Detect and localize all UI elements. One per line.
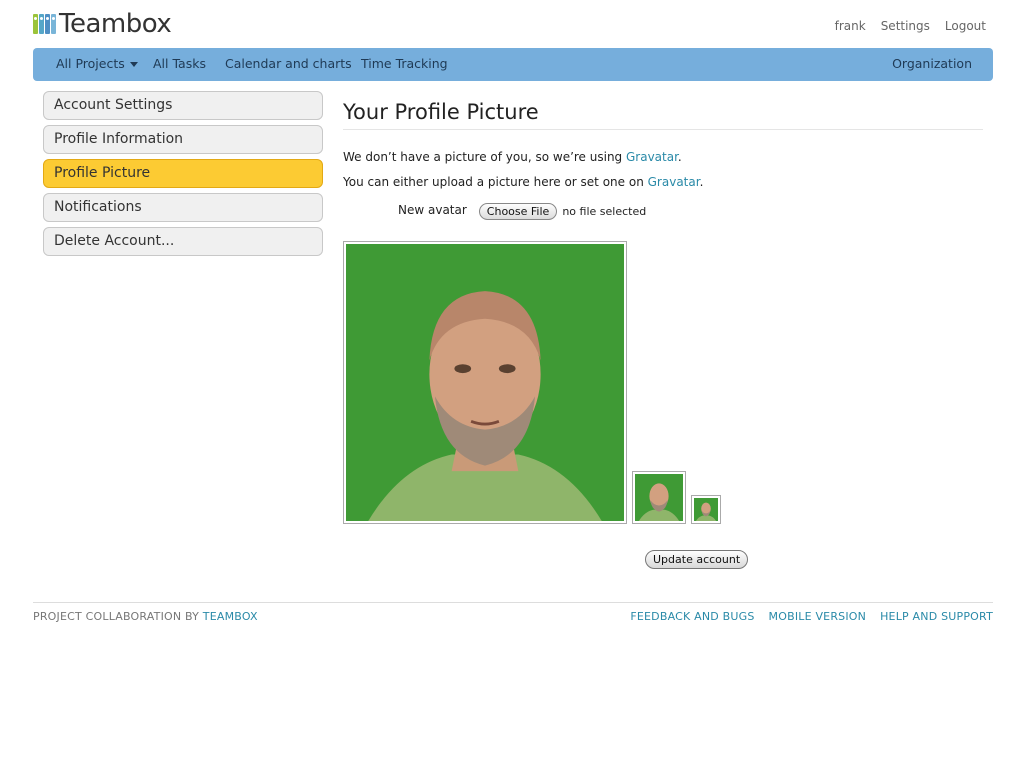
avatar-large-preview <box>343 241 627 524</box>
footer-credit: PROJECT COLLABORATION BY TEAMBOX <box>33 610 258 623</box>
nav-organization[interactable]: Organization <box>892 56 972 71</box>
choose-file-button[interactable]: Choose File <box>478 203 558 220</box>
binders-icon <box>33 14 56 34</box>
avatar-portrait-image <box>346 244 624 521</box>
avatar-portrait-image-medium <box>635 474 683 521</box>
mobile-version-link[interactable]: MOBILE VERSION <box>769 610 867 623</box>
upload-instructions: You can either upload a picture here or … <box>343 175 983 189</box>
settings-link[interactable]: Settings <box>881 19 930 33</box>
nav-all-projects-label: All Projects <box>56 56 125 71</box>
user-links: frank Settings Logout <box>835 19 986 33</box>
settings-sidebar: Account Settings Profile Information Pro… <box>43 91 323 261</box>
upload-instructions-period: . <box>699 175 704 189</box>
new-avatar-label: New avatar <box>398 202 467 217</box>
gravatar-notice-period: . <box>677 150 682 164</box>
update-account-button[interactable]: Update account <box>645 550 749 569</box>
nav-calendar-charts[interactable]: Calendar and charts <box>225 56 352 71</box>
gravatar-link[interactable]: Gravatar <box>626 150 678 164</box>
teambox-logo[interactable]: Teambox <box>33 9 172 39</box>
page-title: Your Profile Picture <box>343 100 983 130</box>
footer-credit-text: PROJECT COLLABORATION BY <box>33 610 203 623</box>
main-navbar: All Projects All Tasks Calendar and char… <box>33 48 993 81</box>
avatar-medium-preview <box>632 471 686 524</box>
nav-all-projects[interactable]: All Projects <box>56 56 138 71</box>
chevron-down-icon <box>129 62 138 67</box>
feedback-and-bugs-link[interactable]: FEEDBACK AND BUGS <box>630 610 754 623</box>
sidebar-item-account-settings[interactable]: Account Settings <box>43 91 323 120</box>
footer-links: FEEDBACK AND BUGS MOBILE VERSION HELP AN… <box>630 610 993 623</box>
sidebar-item-profile-picture[interactable]: Profile Picture <box>43 159 323 188</box>
nav-all-tasks[interactable]: All Tasks <box>153 56 206 71</box>
sidebar-item-delete-account[interactable]: Delete Account... <box>43 227 323 256</box>
user-link[interactable]: frank <box>835 19 866 33</box>
gravatar-notice-text: We don’t have a picture of you, so we’re… <box>343 150 626 164</box>
gravatar-notice: We don’t have a picture of you, so we’re… <box>343 150 983 164</box>
nav-time-tracking[interactable]: Time Tracking <box>361 56 448 71</box>
brand-name: Teambox <box>59 9 172 39</box>
footer-teambox-link[interactable]: TEAMBOX <box>203 610 258 623</box>
profile-picture-panel: Your Profile Picture We don’t have a pic… <box>343 100 983 220</box>
sidebar-item-notifications[interactable]: Notifications <box>43 193 323 222</box>
logout-link[interactable]: Logout <box>945 19 986 33</box>
file-status-text: no file selected <box>562 205 647 218</box>
sidebar-item-profile-information[interactable]: Profile Information <box>43 125 323 154</box>
gravatar-site-link[interactable]: Gravatar <box>648 175 700 189</box>
help-and-support-link[interactable]: HELP AND SUPPORT <box>880 610 993 623</box>
page-footer: PROJECT COLLABORATION BY TEAMBOX FEEDBAC… <box>33 602 993 623</box>
upload-instructions-text: You can either upload a picture here or … <box>343 175 648 189</box>
avatar-portrait-image-small <box>694 498 718 521</box>
new-avatar-field: New avatar Choose File no file selected <box>398 199 983 220</box>
avatar-small-preview <box>691 495 721 524</box>
